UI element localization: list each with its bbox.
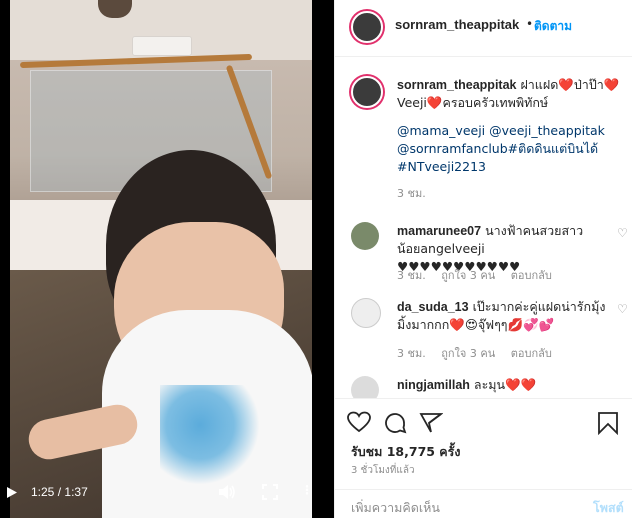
comment-likes[interactable]: ถูกใจ 3 คน — [441, 269, 495, 282]
caption-tags-3[interactable]: #NTveeji2213 — [397, 159, 486, 174]
avatar[interactable] — [351, 11, 383, 43]
video-time: 1:25 / 1:37 — [31, 485, 88, 499]
post-header: sornram_theappitak • ติดตาม — [335, 0, 632, 57]
comment-time: 3 ชม. — [397, 347, 426, 360]
caption-avatar[interactable] — [351, 76, 383, 108]
post-actions: รับชม 18,775 ครั้ง 3 ชั่วโมงที่แล้ว เพิ่… — [335, 398, 632, 519]
video-controls: 1:25 / 1:37 ⋮ — [0, 482, 334, 504]
heart-icon[interactable] — [347, 411, 373, 437]
caption-text: sornram_theappitak ฝาแฝด❤️ป่าป๊า❤️ Veeji… — [397, 76, 627, 203]
comment-icon[interactable] — [383, 411, 409, 437]
bookmark-icon[interactable] — [597, 411, 623, 437]
caption-tags-1[interactable]: @mama_veeji @veeji_theappitak — [397, 123, 605, 138]
play-icon[interactable] — [6, 486, 18, 502]
video-player[interactable]: 1:25 / 1:37 ⋮ — [0, 0, 334, 518]
time-separator: / — [57, 485, 62, 499]
comment-username[interactable]: ningjamillah — [397, 378, 470, 392]
shirt-print — [160, 385, 260, 485]
comment-username[interactable]: mamarunee07 — [397, 224, 481, 238]
share-icon[interactable] — [419, 411, 445, 437]
caption-username[interactable]: sornram_theappitak — [397, 78, 516, 92]
video-frame — [10, 0, 312, 518]
comment-input[interactable]: เพิ่มความคิดเห็น — [351, 498, 440, 518]
reply-button[interactable]: ตอบกลับ — [511, 269, 552, 282]
comment-time: 3 ชม. — [397, 269, 426, 282]
post-panel: sornram_theappitak • ติดตาม sornram_thea… — [334, 0, 632, 519]
duration: 1:37 — [64, 485, 88, 499]
reply-button[interactable]: ตอบกลับ — [511, 347, 552, 360]
separator-dot: • — [526, 17, 534, 31]
comment-meta: 3 ชม. ถูกใจ 3 คน ตอบกลับ — [397, 266, 564, 284]
caption-line2: Veeji❤️ครอบครัวเทพพิทักษ์ — [397, 95, 549, 110]
caption-line1: ฝาแฝด❤️ป่าป๊า❤️ — [520, 77, 620, 92]
comment-likes[interactable]: ถูกใจ 3 คน — [441, 347, 495, 360]
action-icons — [347, 411, 623, 439]
heart-icon[interactable]: ♡ — [617, 302, 628, 316]
header-username[interactable]: sornram_theappitak — [395, 17, 519, 32]
volume-icon[interactable] — [218, 484, 236, 503]
comment-body: da_suda_13 เป๊ะมากค่ะคู่แฝดน่ารักมุ้งมิ้… — [397, 298, 607, 334]
comment-meta: 3 ชม. ถูกใจ 3 คน ตอบกลับ — [397, 344, 564, 362]
view-count[interactable]: รับชม 18,775 ครั้ง — [351, 442, 461, 462]
comment-text: ละมุน❤️❤️ — [473, 377, 537, 392]
add-comment-bar: เพิ่มความคิดเห็น โพสต์ — [335, 489, 632, 520]
caption-tags-2[interactable]: @sornramfanclub#ติดดินแต่บินได้ — [397, 141, 598, 156]
comment-avatar[interactable] — [351, 298, 381, 328]
current-time: 1:25 — [31, 485, 55, 499]
comment-body: ningjamillah ละมุน❤️❤️ — [397, 376, 607, 394]
caption-time: 3 ชม. — [397, 187, 426, 200]
air-conditioner — [132, 36, 192, 56]
fullscreen-icon[interactable] — [262, 484, 278, 503]
follow-button[interactable]: ติดตาม — [534, 17, 572, 36]
heart-icon[interactable]: ♡ — [617, 226, 628, 240]
comment-avatar[interactable] — [351, 222, 379, 250]
post-time: 3 ชั่วโมงที่แล้ว — [351, 465, 415, 476]
more-icon[interactable]: ⋮ — [301, 483, 313, 497]
comment-username[interactable]: da_suda_13 — [397, 300, 469, 314]
post-button[interactable]: โพสต์ — [593, 498, 624, 518]
